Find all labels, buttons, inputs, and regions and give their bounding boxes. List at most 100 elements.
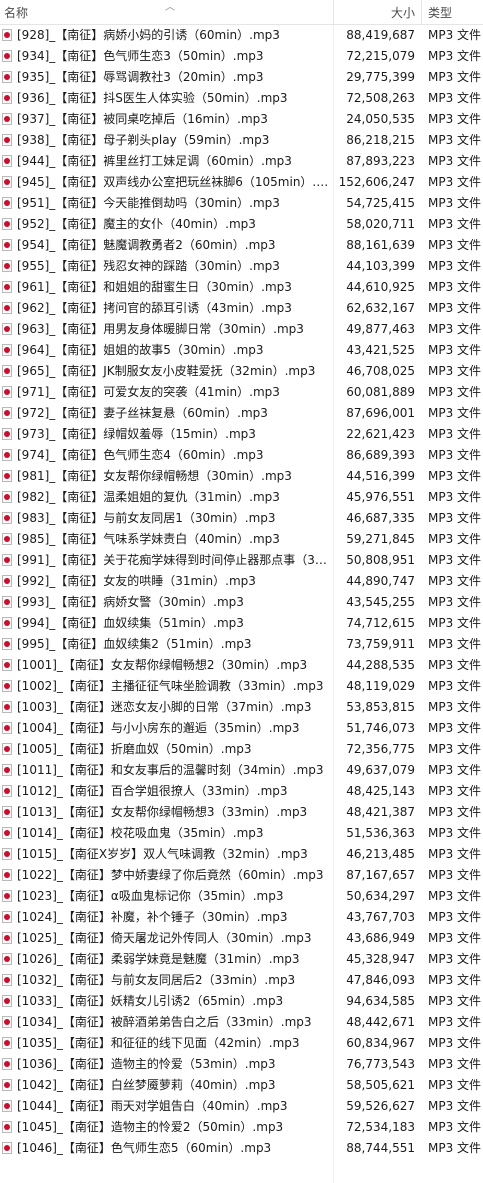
mp3-file-icon (2, 407, 12, 419)
file-row[interactable]: [1012]_【南征】百合学姐很撩人（33min）.mp3 48,425,143 M… (0, 781, 483, 802)
file-row[interactable]: [982]_【南征】温柔姐姐的复仇（31min）.mp3 45,976,551 MP… (0, 487, 483, 508)
file-name: [965]_【南征】JK制服女友小皮鞋爱抚（32min）.mp3 (17, 364, 316, 378)
file-row[interactable]: [983]_【南征】与前女友同居1（30min）.mp3 46,687,335 MP… (0, 508, 483, 529)
column-header-type[interactable]: 类型 (428, 4, 452, 21)
file-row[interactable]: [981]_【南征】女友帮你绿帽畅想（30min）.mp3 44,516,399 M… (0, 466, 483, 487)
file-row[interactable]: [935]_【南征】辱骂调教社3（20min）.mp3 29,775,399 MP3… (0, 67, 483, 88)
file-row[interactable]: [1014]_【南征】校花吸血鬼（35min）.mp3 51,536,363 MP3… (0, 823, 483, 844)
file-type: MP3 文件 (428, 574, 482, 588)
mp3-file-icon (2, 806, 12, 818)
column-divider[interactable] (421, 0, 422, 24)
file-row[interactable]: [1036]_【南征】造物主的怜爱（53min）.mp3 76,773,543 MP… (0, 1054, 483, 1075)
file-row[interactable]: [985]_【南征】气味系学妹责白（40min）.mp3 59,271,845 MP… (0, 529, 483, 550)
file-row[interactable]: [961]_【南征】和姐姐的甜蜜生日（30min）.mp3 44,610,925 M… (0, 277, 483, 298)
file-type: MP3 文件 (428, 343, 482, 357)
file-row[interactable]: [1044]_【南征】雨天对学姐告白（40min）.mp3 59,526,627 M… (0, 1096, 483, 1117)
file-name: [981]_【南征】女友帮你绿帽畅想（30min）.mp3 (17, 469, 292, 483)
file-name: [1025]_【南征】倚天屠龙记外传同人（30min）.mp3 (17, 931, 312, 945)
column-divider[interactable] (333, 0, 334, 24)
file-row[interactable]: [1025]_【南征】倚天屠龙记外传同人（30min）.mp3 43,686,94… (0, 928, 483, 949)
file-row[interactable]: [992]_【南征】女友的哄睡（31min）.mp3 44,890,747 MP3 … (0, 571, 483, 592)
file-row[interactable]: [994]_【南征】血奴续集（51min）.mp3 74,712,615 MP3 文… (0, 613, 483, 634)
file-type: MP3 文件 (428, 490, 482, 504)
file-row[interactable]: [963]_【南征】用男友身体暖脚日常（30min）.mp3 49,877,463… (0, 319, 483, 340)
file-name: [991]_【南征】关于花痴学妹得到时间停止器那点事（35min）.mp3 (17, 553, 330, 567)
mp3-file-icon (2, 1037, 12, 1049)
file-row[interactable]: [1003]_【南征】迷恋女友小脚的日常（37min）.mp3 53,853,81… (0, 697, 483, 718)
file-row[interactable]: [1045]_【南征】造物主的怜爱2（50min）.mp3 72,534,183 M… (0, 1117, 483, 1138)
file-row[interactable]: [1034]_【南征】被醉酒弟弟告白之后（33min）.mp3 48,442,67… (0, 1012, 483, 1033)
mp3-file-icon (2, 365, 12, 377)
file-type: MP3 文件 (428, 595, 482, 609)
file-row[interactable]: [955]_【南征】残忍女神的踩踏（30min）.mp3 44,103,399 MP… (0, 256, 483, 277)
file-row[interactable]: [951]_【南征】今天能推倒劫吗（30min）.mp3 54,725,415 MP… (0, 193, 483, 214)
file-row[interactable]: [1015]_【南征X岁岁】双人气味调教（32min）.mp3 46,213,48… (0, 844, 483, 865)
file-size: 94,634,585 (346, 994, 415, 1008)
file-row[interactable]: [1046]_【南征】色气师生恋5（60min）.mp3 88,744,551 MP… (0, 1138, 483, 1159)
file-row[interactable]: [964]_【南征】姐姐的故事5（30min）.mp3 43,421,525 MP3… (0, 340, 483, 361)
file-size: 74,712,615 (346, 616, 415, 630)
mp3-file-icon (2, 449, 12, 461)
file-row[interactable]: [962]_【南征】拷问官的舔耳引诱（43min）.mp3 62,632,167 M… (0, 298, 483, 319)
file-type: MP3 文件 (428, 658, 482, 672)
column-header-name[interactable]: 名称 (4, 4, 28, 21)
mp3-file-icon (2, 995, 12, 1007)
file-row[interactable]: [972]_【南征】妻子丝袜复悬（60min）.mp3 87,696,001 MP3… (0, 403, 483, 424)
mp3-file-icon (2, 953, 12, 965)
file-size: 46,708,025 (346, 364, 415, 378)
file-name: [1022]_【南征】梦中娇妻绿了你后竟然（60min）.mp3 (17, 868, 324, 882)
file-size: 46,213,485 (346, 847, 415, 861)
file-size: 44,890,747 (346, 574, 415, 588)
file-row[interactable]: [1022]_【南征】梦中娇妻绿了你后竟然（60min）.mp3 87,167,6… (0, 865, 483, 886)
file-row[interactable]: [1033]_【南征】妖精女儿引诱2（65min）.mp3 94,634,585 M… (0, 991, 483, 1012)
file-type: MP3 文件 (428, 742, 482, 756)
file-row[interactable]: [938]_【南征】母子剃头play（59min）.mp3 86,218,215 M… (0, 130, 483, 151)
file-row[interactable]: [1011]_【南征】和女友事后的温馨时刻（34min）.mp3 49,637,0… (0, 760, 483, 781)
file-row[interactable]: [991]_【南征】关于花痴学妹得到时间停止器那点事（35min）.mp3 50,… (0, 550, 483, 571)
file-row[interactable]: [937]_【南征】被同桌吃掉后（16min）.mp3 24,050,535 MP3… (0, 109, 483, 130)
file-type: MP3 文件 (428, 1057, 482, 1071)
file-row[interactable]: [1005]_【南征】折磨血奴（50min）.mp3 72,356,775 MP3 … (0, 739, 483, 760)
file-row[interactable]: [973]_【南征】绿帽奴羞辱（15min）.mp3 22,621,423 MP3 … (0, 424, 483, 445)
file-row[interactable]: [974]_【南征】色气师生恋4（60min）.mp3 86,689,393 MP3… (0, 445, 483, 466)
file-row[interactable]: [1026]_【南征】柔弱学妹竟是魅魔（31min）.mp3 45,328,947… (0, 949, 483, 970)
file-size: 60,834,967 (346, 1036, 415, 1050)
file-row[interactable]: [1032]_【南征】与前女友同居后2（33min）.mp3 47,846,093… (0, 970, 483, 991)
file-row[interactable]: [945]_【南征】双声线办公室把玩丝袜脚6（105min）.mp3 152,60… (0, 172, 483, 193)
file-row[interactable]: [1013]_【南征】女友帮你绿帽畅想3（33min）.mp3 48,421,38… (0, 802, 483, 823)
file-type: MP3 文件 (428, 889, 482, 903)
file-row[interactable]: [944]_【南征】裤里丝打工妹足调（60min）.mp3 87,893,223 M… (0, 151, 483, 172)
file-row[interactable]: [1023]_【南征】α吸血鬼标记你（35min）.mp3 50,634,297 M… (0, 886, 483, 907)
file-row[interactable]: [995]_【南征】血奴续集2（51min）.mp3 73,759,911 MP3 … (0, 634, 483, 655)
file-name: [1046]_【南征】色气师生恋5（60min）.mp3 (17, 1141, 272, 1155)
file-name: [1044]_【南征】雨天对学姐告白（40min）.mp3 (17, 1099, 288, 1113)
file-name: [1034]_【南征】被醉酒弟弟告白之后（33min）.mp3 (17, 1015, 312, 1029)
file-name: [1024]_【南征】补魔，补个锤子（30min）.mp3 (17, 910, 288, 924)
file-row[interactable]: [928]_【南征】病娇小妈的引诱（60min）.mp3 88,419,687 MP… (0, 25, 483, 46)
file-row[interactable]: [965]_【南征】JK制服女友小皮鞋爱抚（32min）.mp3 46,708,0… (0, 361, 483, 382)
file-row[interactable]: [1042]_【南征】白丝梦魇萝莉（40min）.mp3 58,505,621 MP… (0, 1075, 483, 1096)
file-type: MP3 文件 (428, 385, 482, 399)
file-name: [972]_【南征】妻子丝袜复悬（60min）.mp3 (17, 406, 268, 420)
file-row[interactable]: [936]_【南征】抖S医生人体实验（50min）.mp3 72,508,263 M… (0, 88, 483, 109)
file-type: MP3 文件 (428, 238, 482, 252)
mp3-file-icon (2, 155, 12, 167)
file-row[interactable]: [934]_【南征】色气师生恋3（50min）.mp3 72,215,079 MP3… (0, 46, 483, 67)
column-header-size[interactable]: 大小 (391, 4, 415, 21)
file-row[interactable]: [1001]_【南征】女友帮你绿帽畅想2（30min）.mp3 44,288,53… (0, 655, 483, 676)
file-row[interactable]: [1035]_【南征】和征征的线下见面（42min）.mp3 60,834,967… (0, 1033, 483, 1054)
file-row[interactable]: [1002]_【南征】主播征征气味坐脸调教（33min）.mp3 48,119,0… (0, 676, 483, 697)
file-size: 76,773,543 (346, 1057, 415, 1071)
file-row[interactable]: [1024]_【南征】补魔，补个锤子（30min）.mp3 43,767,703 M… (0, 907, 483, 928)
file-row[interactable]: [954]_【南征】魅魔调教勇者2（60min）.mp3 88,161,639 MP… (0, 235, 483, 256)
file-row[interactable]: [971]_【南征】可爱女友的突袭（41min）.mp3 60,081,889 MP… (0, 382, 483, 403)
file-name: [954]_【南征】魅魔调教勇者2（60min）.mp3 (17, 238, 276, 252)
file-row[interactable]: [952]_【南征】魔主的女仆（40min）.mp3 58,020,711 MP3 … (0, 214, 483, 235)
file-row[interactable]: [1004]_【南征】与小小房东的邂逅（35min）.mp3 51,746,073… (0, 718, 483, 739)
file-name: [1045]_【南征】造物主的怜爱2（50min）.mp3 (17, 1120, 284, 1134)
mp3-file-icon (2, 197, 12, 209)
file-type: MP3 文件 (428, 721, 482, 735)
file-type: MP3 文件 (428, 1141, 482, 1155)
file-row[interactable]: [993]_【南征】病娇女警（30min）.mp3 43,545,255 MP3 文… (0, 592, 483, 613)
mp3-file-icon (2, 911, 12, 923)
